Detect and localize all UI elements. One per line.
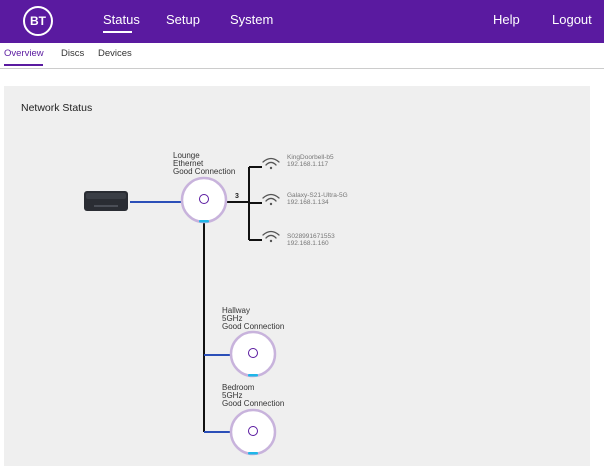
hallway-disc[interactable] xyxy=(229,330,277,378)
lounge-status: Good Connection xyxy=(173,167,236,176)
device-ip: 192.168.1.160 xyxy=(287,240,329,247)
lounge-disc[interactable] xyxy=(180,176,228,224)
device-name: S028991671553 xyxy=(287,233,335,240)
device-name: KingDoorbell-b5 xyxy=(287,154,334,161)
hallway-status: Good Connection xyxy=(222,322,285,331)
lounge-device-count: 3 xyxy=(235,193,239,200)
router-icon[interactable] xyxy=(84,191,128,211)
wifi-icon xyxy=(262,193,280,206)
bedroom-status: Good Connection xyxy=(222,399,285,408)
device-ip: 192.168.1.117 xyxy=(287,161,329,168)
wifi-icon xyxy=(262,230,280,243)
device-ip: 192.168.1.134 xyxy=(287,199,329,206)
bedroom-disc[interactable] xyxy=(229,408,277,456)
device-name: Galaxy-S21-Ultra-5G xyxy=(287,192,348,199)
wifi-icon xyxy=(262,157,280,170)
